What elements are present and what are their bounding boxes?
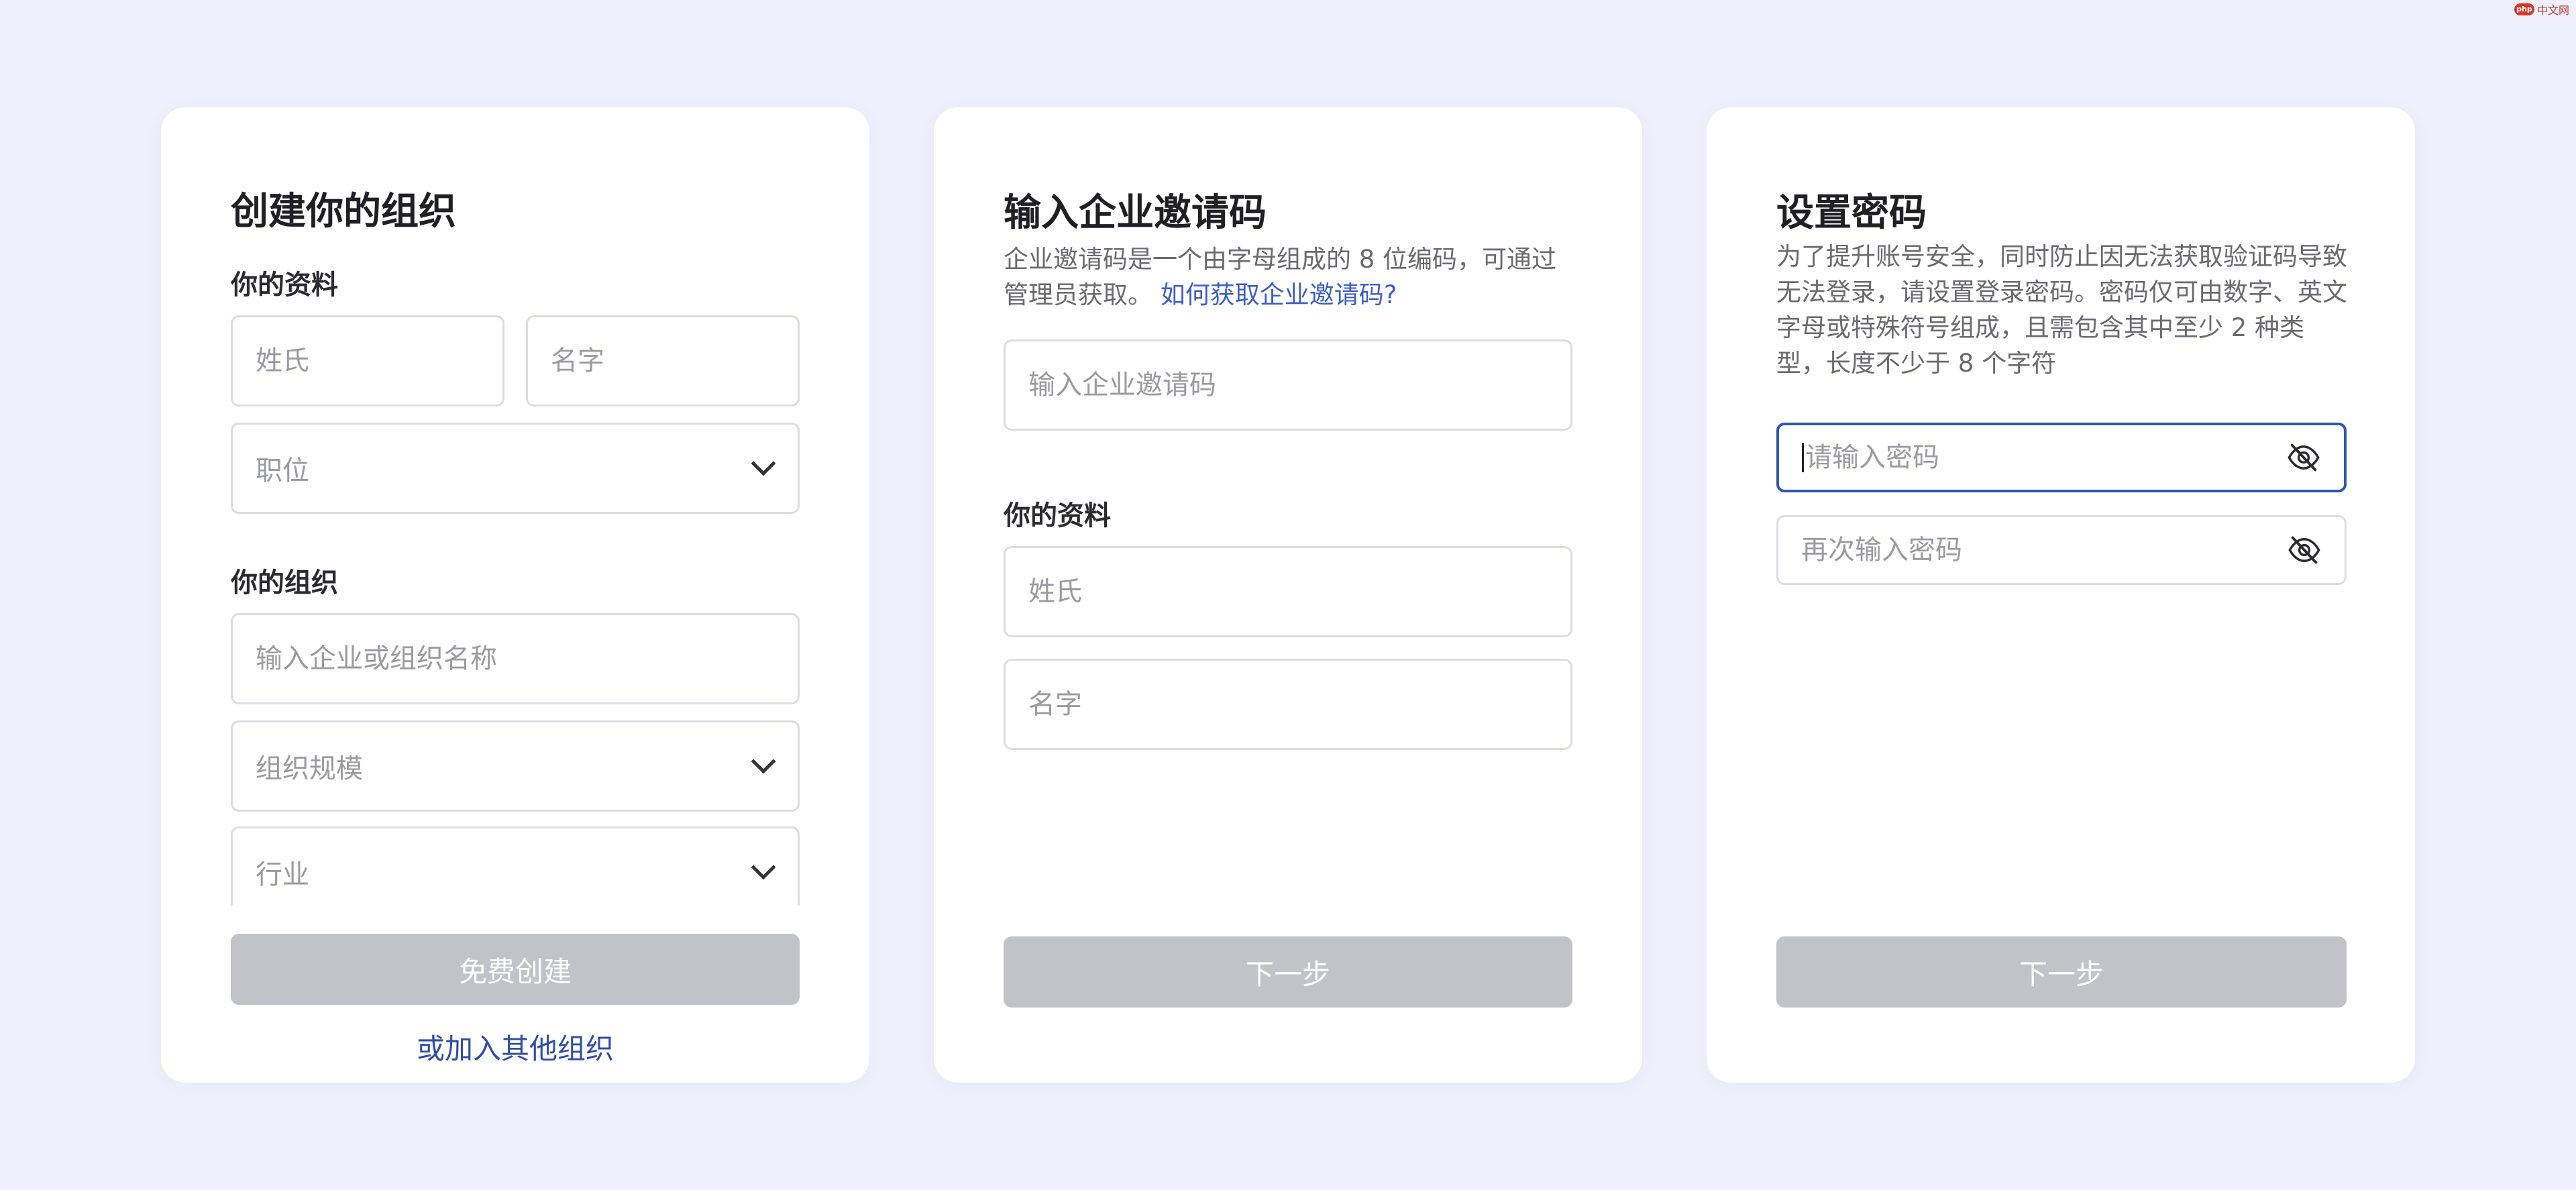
create-org-title: 创建你的组织 (231, 190, 456, 233)
php-logo: php (2514, 3, 2534, 15)
confirm-password-input[interactable] (1801, 535, 2284, 565)
first-name-field[interactable] (526, 315, 800, 407)
eye-off-icon[interactable] (2286, 440, 2321, 475)
last-name-input[interactable] (256, 345, 502, 376)
first-name-field[interactable] (1004, 659, 1572, 750)
org-name-field[interactable] (231, 613, 800, 704)
confirm-password-field[interactable] (1776, 515, 2347, 585)
chevron-down-icon (751, 855, 776, 880)
password-field[interactable] (1776, 423, 2347, 492)
free-create-button[interactable]: 免费创建 (231, 934, 800, 1005)
invite-code-card: 输入企业邀请码 企业邀请码是一个由字母组成的 8 位编码，可通过管理员获取。 如… (934, 107, 1642, 1083)
industry-placeholder: 行业 (256, 859, 309, 890)
eye-off-icon[interactable] (2287, 533, 2322, 567)
create-org-card: 创建你的组织 你的资料 职位 你的组织 组织规模 行业 免费创建 或加入其他组织 (161, 107, 869, 1083)
next-button[interactable]: 下一步 (1004, 936, 1572, 1008)
profile-label: 你的资料 (1004, 500, 1111, 531)
text-caret (1802, 443, 1804, 472)
industry-select[interactable]: 行业 (231, 826, 800, 918)
invite-code-input[interactable] (1028, 370, 1570, 400)
org-name-input[interactable] (256, 643, 798, 674)
org-size-select[interactable]: 组织规模 (231, 720, 800, 812)
next-button[interactable]: 下一步 (1776, 936, 2347, 1008)
password-input[interactable] (1805, 442, 2288, 473)
set-password-description: 为了提升账号安全，同时防止因无法获取验证码导致无法登录，请设置登录密码。密码仅可… (1776, 242, 2347, 378)
invite-code-description: 企业邀请码是一个由字母组成的 8 位编码，可通过管理员获取。 如何获取企业邀请码… (1004, 241, 1580, 313)
set-password-title: 设置密码 (1776, 191, 1927, 235)
last-name-field[interactable] (231, 315, 504, 407)
invite-code-title: 输入企业邀请码 (1004, 191, 1267, 235)
org-size-placeholder: 组织规模 (256, 753, 363, 784)
watermark-text: 中文网 (2536, 4, 2569, 17)
position-placeholder: 职位 (256, 455, 309, 486)
last-name-input[interactable] (1028, 576, 1570, 607)
chevron-down-icon (751, 451, 776, 476)
watermark: php 中文网 (2514, 1, 2569, 17)
join-other-org-link[interactable]: 或加入其他组织 (231, 1026, 800, 1067)
first-name-input[interactable] (551, 345, 798, 376)
set-password-card: 设置密码 为了提升账号安全，同时防止因无法获取验证码导致无法登录，请设置登录密码… (1707, 107, 2415, 1083)
profile-label: 你的资料 (231, 270, 338, 301)
position-select[interactable]: 职位 (231, 423, 800, 514)
scroll-clip (161, 906, 869, 932)
chevron-down-icon (751, 749, 776, 774)
first-name-input[interactable] (1028, 689, 1570, 720)
org-label: 你的组织 (231, 567, 338, 598)
last-name-field[interactable] (1004, 546, 1572, 637)
invite-code-field[interactable] (1004, 339, 1572, 431)
invite-code-help-link[interactable]: 如何获取企业邀请码? (1161, 280, 1397, 309)
